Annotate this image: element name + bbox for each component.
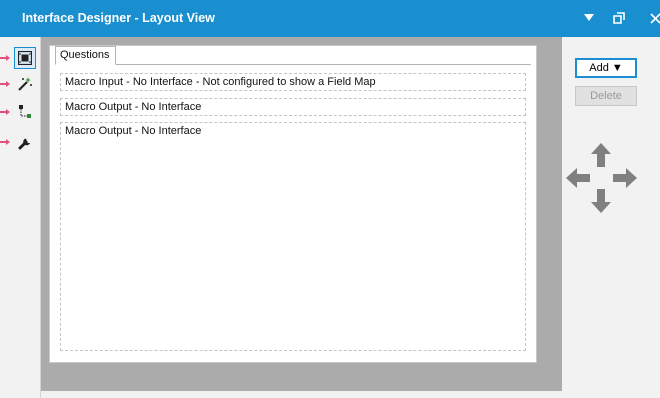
add-button[interactable]: Add ▼ [575,58,637,78]
tab-questions[interactable]: Questions [55,46,116,65]
layout-view-icon [18,51,32,65]
pointer-marker [0,55,10,61]
window-title: Interface Designer - Layout View [22,11,215,25]
title-bar: Interface Designer - Layout View [0,0,660,37]
tree-tool[interactable] [14,101,36,123]
delete-button[interactable]: Delete [575,86,637,106]
close-icon[interactable] [644,6,660,30]
question-item[interactable]: Macro Input - No Interface - Not configu… [60,73,526,91]
properties-tool[interactable] [14,131,36,153]
tab-underline [55,64,531,65]
wrench-icon [18,138,30,150]
layout-view-tool[interactable] [14,47,36,69]
magic-wand-icon [18,77,32,91]
question-item[interactable]: Macro Output - No Interface [60,122,526,351]
move-up-icon[interactable] [591,143,611,172]
move-left-icon[interactable] [566,168,590,193]
pointer-marker [0,139,10,145]
actions-tool[interactable] [14,73,36,95]
restore-window-icon[interactable] [608,6,630,30]
tree-hierarchy-icon [19,105,31,118]
pointer-marker [0,109,10,115]
pointer-marker [0,81,10,87]
caret-down-icon[interactable] [578,6,600,30]
move-right-icon[interactable] [613,168,637,193]
question-item[interactable]: Macro Output - No Interface [60,98,526,116]
move-down-icon[interactable] [591,189,611,218]
